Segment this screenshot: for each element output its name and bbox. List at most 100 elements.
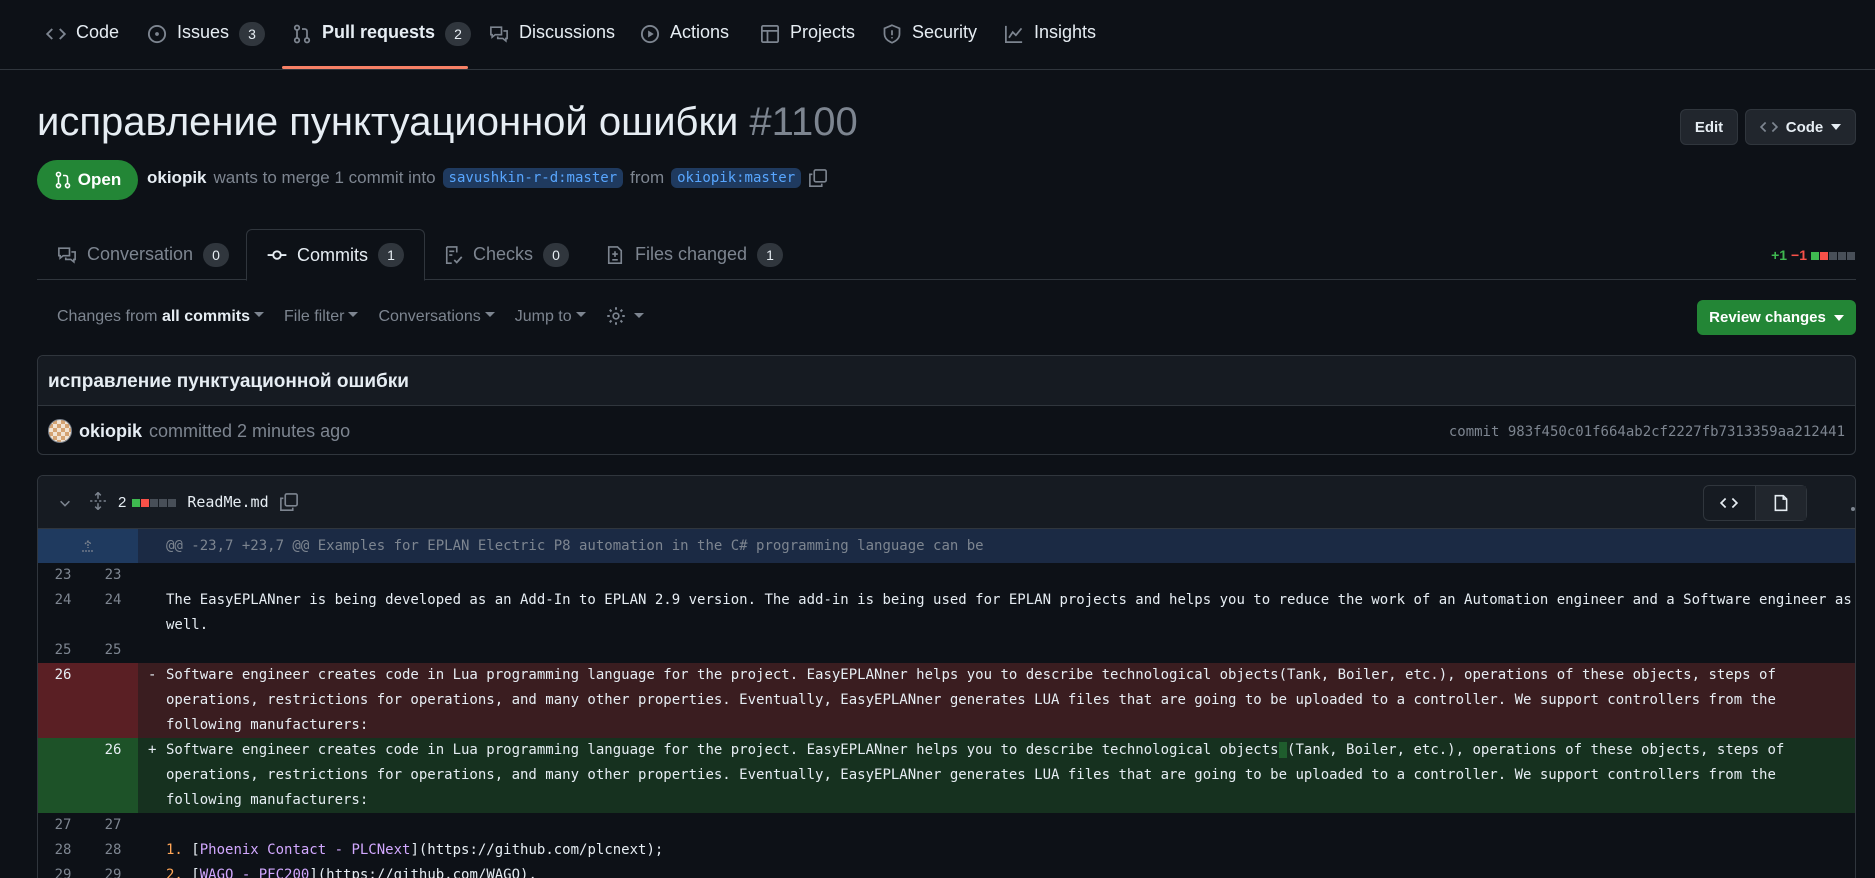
graph-icon xyxy=(1005,25,1023,43)
changes-from-dropdown[interactable]: Changes from all commits xyxy=(57,308,264,326)
line-number-new[interactable]: 27 xyxy=(88,813,138,838)
play-icon xyxy=(640,24,660,44)
tab-checks[interactable]: Checks 0 xyxy=(443,229,570,280)
tab-files-changed-count: 1 xyxy=(757,242,784,267)
expand-all-toggle[interactable] xyxy=(89,492,107,510)
code-icon xyxy=(46,28,66,40)
line-number-new[interactable] xyxy=(88,663,138,738)
source-diff-button[interactable] xyxy=(1704,486,1755,520)
shield-icon xyxy=(883,24,901,44)
pull-request-icon xyxy=(55,171,71,189)
hunk-text: @@ -23,7 +23,7 @@ Examples for EPLAN Ele… xyxy=(166,538,984,554)
nav-discussions[interactable]: Discussions xyxy=(489,22,615,60)
pr-author-link[interactable]: okiopik xyxy=(147,168,207,188)
commit-box: исправление пунктуационной ошибки okiopi… xyxy=(37,355,1856,455)
diff-line: 23 23 xyxy=(38,563,1855,588)
avatar[interactable] xyxy=(48,419,72,443)
review-changes-button[interactable]: Review changes xyxy=(1697,300,1856,335)
state-badge-open: Open xyxy=(37,160,138,200)
file-filter-dropdown[interactable]: File filter xyxy=(284,308,358,326)
tab-commits-label: Commits xyxy=(297,244,368,265)
nav-insights-label: Insights xyxy=(1034,22,1097,42)
file-icon xyxy=(1774,494,1788,512)
line-code: 1. [Phoenix Contact - PLCNext](https://g… xyxy=(138,838,1855,863)
nav-projects[interactable]: Projects xyxy=(760,22,855,60)
diff-line: 28 28 1. [Phoenix Contact - PLCNext](htt… xyxy=(38,838,1855,863)
nav-code[interactable]: Code xyxy=(46,22,119,60)
code-icon xyxy=(1759,121,1778,133)
line-number-old[interactable] xyxy=(38,738,88,813)
commit-time: committed 2 minutes ago xyxy=(149,420,351,441)
additions-count: +1 xyxy=(1771,247,1788,263)
jump-to-dropdown[interactable]: Jump to xyxy=(515,308,586,326)
deletions-count: −1 xyxy=(1791,247,1807,263)
pr-tabs: Conversation 0 Commits 1 Checks 0 Files … xyxy=(37,229,1856,281)
link-bracket: [ xyxy=(191,867,200,878)
checklist-icon xyxy=(445,245,463,264)
rich-diff-button[interactable] xyxy=(1754,486,1806,520)
comment-icon xyxy=(58,246,76,264)
tab-commits-count: 1 xyxy=(378,243,404,267)
line-code: + Software engineer creates code in Lua p… xyxy=(138,738,1855,813)
conversations-dropdown[interactable]: Conversations xyxy=(378,308,494,326)
line-number-old[interactable]: 26 xyxy=(38,663,88,738)
nav-discussions-label: Discussions xyxy=(519,22,616,42)
file-name[interactable]: ReadMe.md xyxy=(187,493,268,511)
diff-line: 27 27 xyxy=(38,813,1855,838)
file-changes-count: 2 xyxy=(118,493,127,511)
link-text: Phoenix Contact - PLCNext xyxy=(199,842,411,858)
link-rest: ](https://github.com/plcnext); xyxy=(410,842,664,858)
kebab-horizontal-icon[interactable] xyxy=(1850,496,1855,517)
nav-security[interactable]: Security xyxy=(882,22,977,60)
code-dropdown-button[interactable]: Code xyxy=(1745,109,1856,145)
nav-issues[interactable]: Issues 3 xyxy=(147,22,266,60)
line-number-old[interactable]: 24 xyxy=(38,588,88,638)
base-branch[interactable]: savushkin-r-d:master xyxy=(442,168,624,188)
nav-actions[interactable]: Actions xyxy=(640,22,729,60)
tab-commits[interactable]: Commits 1 xyxy=(246,229,425,281)
hunk-header: @@ -23,7 +23,7 @@ Examples for EPLAN Ele… xyxy=(38,529,1855,563)
file-change-summary: 2 ReadMe.md xyxy=(118,492,299,512)
copy-icon[interactable] xyxy=(808,168,828,188)
tab-conversation-label: Conversation xyxy=(87,244,194,264)
diff-line: 24 24 The EasyEPLANner is being develope… xyxy=(38,588,1855,638)
issues-counter: 3 xyxy=(239,22,266,46)
commit-sha[interactable]: commit 983f450c01f664ab2cf2227fb7313359a… xyxy=(1449,424,1845,440)
copy-icon[interactable] xyxy=(279,492,299,512)
diff-line: 29 29 2. [WAGO - PFC200](https://github.… xyxy=(38,863,1855,878)
line-number-new[interactable]: 23 xyxy=(88,563,138,588)
edit-button[interactable]: Edit xyxy=(1680,109,1738,145)
diff-line-deleted: 26 - Software engineer creates code in Lu… xyxy=(38,663,1855,738)
commit-icon xyxy=(267,250,287,260)
head-branch[interactable]: okiopik:master xyxy=(671,168,802,188)
line-number-old[interactable]: 27 xyxy=(38,813,88,838)
line-number-new[interactable]: 24 xyxy=(88,588,138,638)
line-number-old[interactable]: 25 xyxy=(38,638,88,663)
diff-toolbar: Changes from all commits File filter Con… xyxy=(57,306,644,327)
code-icon xyxy=(1720,497,1739,509)
line-number-new[interactable]: 29 xyxy=(88,863,138,878)
tab-checks-label: Checks xyxy=(473,244,534,264)
line-number-new[interactable]: 28 xyxy=(88,838,138,863)
unfold-icon xyxy=(90,492,106,510)
line-number-old[interactable]: 28 xyxy=(38,838,88,863)
line-code: 2. [WAGO - PFC200](https://github.com/WA… xyxy=(138,863,1855,878)
line-number-new[interactable]: 26 xyxy=(88,738,138,813)
tab-conversation[interactable]: Conversation 0 xyxy=(57,229,230,280)
nav-pull-requests[interactable]: Pull requests 2 xyxy=(292,22,472,60)
file-diff: 2 ReadMe.md @@ -23,7 +23,7 @@ Examples f… xyxy=(37,475,1856,878)
table-icon xyxy=(761,25,779,43)
commit-author-link[interactable]: okiopik xyxy=(79,421,142,442)
line-code xyxy=(138,638,1855,663)
collapse-toggle[interactable] xyxy=(58,496,72,510)
link-bracket: [ xyxy=(191,842,200,858)
expand-up-button[interactable] xyxy=(38,529,138,563)
tab-files-changed[interactable]: Files changed 1 xyxy=(605,229,784,280)
line-number-old[interactable]: 23 xyxy=(38,563,88,588)
tab-files-changed-label: Files changed xyxy=(635,244,748,264)
settings-dropdown[interactable] xyxy=(606,306,644,327)
review-changes-label: Review changes xyxy=(1709,309,1826,326)
nav-insights[interactable]: Insights xyxy=(1004,22,1096,60)
line-number-new[interactable]: 25 xyxy=(88,638,138,663)
line-number-old[interactable]: 29 xyxy=(38,863,88,878)
